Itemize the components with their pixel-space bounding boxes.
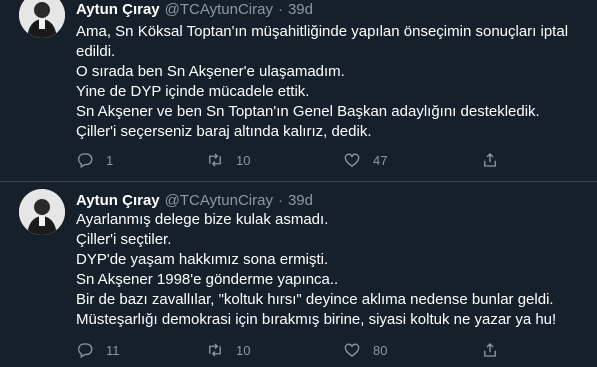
retweet-button[interactable]: 10 (206, 340, 250, 360)
tweet-header: Aytun Çıray @TCAytunCiray · 39d (76, 191, 313, 211)
like-count: 47 (373, 152, 388, 168)
author-handle[interactable]: @TCAytunCiray (165, 192, 273, 209)
reply-icon (78, 153, 93, 168)
tweet-text: Ayarlanmış delege bize kulak asmadı. Çil… (76, 210, 586, 330)
like-count: 80 (373, 342, 388, 358)
tweet-text: Ama, Sn Köksal Toptan'ın müşahitliğinde … (76, 22, 586, 142)
avatar[interactable] (19, 189, 65, 235)
tweet-line: DYP'de yaşam hakkımız sona ermişti. (76, 251, 329, 268)
avatar-photo-icon (19, 0, 65, 38)
retweet-count: 10 (236, 342, 251, 358)
author-name[interactable]: Aytun Çıray (76, 1, 160, 18)
tweet-time[interactable]: 39d (288, 192, 313, 209)
share-icon (484, 153, 496, 167)
share-button[interactable] (481, 340, 499, 360)
avatar[interactable] (19, 0, 65, 38)
author-handle[interactable]: @TCAytunCiray (165, 1, 273, 18)
tweet-line: edildi. (76, 43, 116, 60)
tweet-line: Sn Akşener ve ben Sn Toptan'ın Genel Baş… (76, 103, 540, 120)
tweet-line: O sırada ben Sn Akşener'e ulaşamadım. (76, 63, 345, 80)
tweet-actions: 1 10 47 (76, 150, 586, 170)
reply-button[interactable]: 1 (76, 150, 113, 170)
reply-button[interactable]: 11 (76, 340, 120, 360)
tweet-time[interactable]: 39d (288, 1, 313, 18)
reply-icon (78, 343, 93, 358)
tweet-line: Çiller'i seçerseniz baraj altında kalırı… (76, 123, 372, 140)
tweet-line: Yine de DYP içinde mücadele ettik. (76, 83, 310, 100)
reply-count: 1 (106, 152, 114, 168)
heart-icon (344, 343, 360, 357)
tweet-line: Çiller'i seçtiler. (76, 231, 172, 248)
tweet-line: Müsteşarlığı demokrasi için bırakmış bir… (76, 311, 557, 328)
tweet-header: Aytun Çıray @TCAytunCiray · 39d (76, 0, 313, 20)
like-button[interactable]: 80 (343, 340, 387, 360)
retweet-icon (209, 343, 221, 357)
tweet-line: Ama, Sn Köksal Toptan'ın müşahitliğinde … (76, 23, 569, 40)
share-icon (484, 343, 496, 357)
retweet-icon (209, 153, 221, 167)
author-name[interactable]: Aytun Çıray (76, 192, 160, 209)
tweet-line: Sn Akşener 1998'e gönderme yapınca.. (76, 271, 339, 288)
tweet-line: Bir de bazı zavallılar, "koltuk hırsı" d… (76, 291, 554, 308)
reply-count: 11 (106, 342, 120, 358)
retweet-button[interactable]: 10 (206, 150, 250, 170)
tweet-actions: 11 10 80 (76, 340, 586, 360)
tweet[interactable]: Aytun Çıray @TCAytunCiray · 39d Ayarlanmış … (0, 182, 597, 367)
separator: · (277, 192, 283, 209)
heart-icon (344, 153, 360, 167)
tweet-line: Ayarlanmış delege bize kulak asmadı. (76, 211, 329, 228)
share-button[interactable] (481, 150, 499, 170)
retweet-count: 10 (236, 152, 251, 168)
separator: · (277, 1, 283, 18)
avatar-photo-icon (19, 189, 65, 235)
like-button[interactable]: 47 (343, 150, 387, 170)
tweet[interactable]: Aytun Çıray @TCAytunCiray · 39d Ama, Sn Kök… (0, 0, 597, 182)
